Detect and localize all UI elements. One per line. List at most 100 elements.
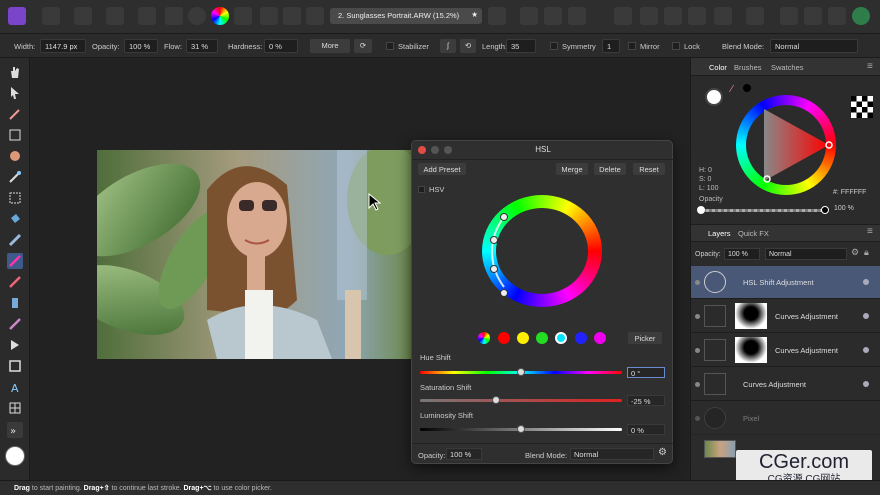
move-forward-icon[interactable] (664, 7, 682, 25)
selection-brush-icon[interactable] (7, 148, 23, 164)
expand-tools-icon[interactable]: » (7, 422, 23, 438)
hue-shift-knob[interactable] (517, 368, 525, 376)
selection-subtract-icon[interactable] (283, 7, 301, 25)
tab-quick-fx[interactable]: Quick FX (738, 229, 769, 238)
transparent-swatch[interactable] (851, 96, 873, 118)
panel-menu-icon[interactable]: ≡ (867, 61, 873, 72)
layer-curves-2[interactable]: Curves Adjustment (691, 334, 880, 367)
assistant-icon[interactable] (614, 7, 632, 25)
dialog-opacity-field[interactable]: 100 % (446, 448, 482, 460)
selection-icon[interactable] (260, 7, 278, 25)
symmetry-checkbox[interactable] (550, 42, 558, 50)
gradient-tool-icon[interactable] (7, 232, 23, 248)
rectangle-tool-icon[interactable] (7, 358, 23, 374)
persona-export-icon[interactable] (138, 7, 156, 25)
swatch-cyan[interactable] (555, 332, 567, 344)
foreground-color-well[interactable] (5, 446, 25, 466)
width-field[interactable]: 1147.9 px (40, 39, 86, 53)
flood-fill-icon[interactable] (7, 211, 23, 227)
text-tool-icon[interactable]: A (7, 379, 23, 395)
levels-icon[interactable] (188, 7, 206, 25)
crop-tool-icon[interactable] (7, 127, 23, 143)
mirror-checkbox[interactable] (628, 42, 636, 50)
paint-brush-tool-icon[interactable] (7, 253, 23, 269)
swatch-red[interactable] (498, 332, 510, 344)
layer-visibility-icon[interactable] (695, 280, 700, 285)
layer-visibility-icon[interactable] (695, 416, 700, 421)
layer-hsl-shift[interactable]: HSL Shift Adjustment (691, 266, 880, 299)
color-wheel-icon[interactable] (211, 7, 229, 25)
hsv-checkbox[interactable] (418, 186, 425, 193)
pen-tool-icon[interactable] (7, 337, 23, 353)
swatch-yellow[interactable] (517, 332, 529, 344)
blend-mode-select[interactable]: Normal (770, 39, 858, 53)
swatch-blue[interactable] (575, 332, 587, 344)
luminosity-shift-knob[interactable] (517, 425, 525, 433)
layers-blend-select[interactable]: Normal (765, 248, 847, 260)
histogram-icon[interactable] (165, 7, 183, 25)
hardness-field[interactable]: 0 % (264, 39, 298, 53)
dodge-brush-icon[interactable] (7, 316, 23, 332)
tab-layers[interactable]: Layers (708, 229, 731, 238)
photo-layer-thumb[interactable] (704, 440, 736, 458)
layers-opacity-field[interactable]: 100 % (724, 248, 760, 260)
color-opacity-field[interactable]: 100 % (834, 205, 854, 212)
hue-shift-field[interactable]: 0 ° (627, 367, 665, 378)
layer-visibility-icon[interactable] (695, 382, 700, 387)
lock-checkbox[interactable] (672, 42, 680, 50)
opacity-field[interactable]: 100 % (124, 39, 158, 53)
app-logo-icon[interactable] (8, 7, 26, 25)
opacity-slider-knob-right[interactable] (821, 206, 829, 214)
flood-select-icon[interactable] (7, 169, 23, 185)
layer-toggle[interactable] (863, 279, 869, 285)
layer-toggle[interactable] (863, 347, 869, 353)
color-triangle[interactable] (736, 95, 836, 195)
studio-link-icon[interactable] (780, 7, 798, 25)
layer-toggle[interactable] (863, 313, 869, 319)
layer-visibility-icon[interactable] (695, 314, 700, 319)
magnet-icon[interactable] (568, 7, 586, 25)
layer-toggle[interactable] (863, 381, 869, 387)
move-tool-icon[interactable] (7, 85, 23, 101)
swatch-magenta[interactable] (594, 332, 606, 344)
user-icon[interactable] (852, 7, 870, 25)
tab-color[interactable]: Color (709, 63, 727, 72)
persona-develop-icon[interactable] (74, 7, 92, 25)
symmetry-field[interactable]: 1 (602, 39, 620, 53)
persona-tone-icon[interactable] (106, 7, 124, 25)
persona-liquify-icon[interactable] (42, 7, 60, 25)
rope-mode-icon[interactable]: ʃ (440, 39, 456, 53)
layer-visibility-icon[interactable] (695, 348, 700, 353)
layers-menu-icon[interactable]: ≡ (867, 226, 873, 237)
mask-icon[interactable] (488, 7, 506, 25)
luminosity-shift-field[interactable]: 0 % (627, 424, 665, 435)
delete-button[interactable]: Delete (594, 163, 626, 175)
layer-settings-icon[interactable]: ⚙ (851, 247, 859, 258)
align-center-icon[interactable] (746, 7, 764, 25)
swatch-master[interactable] (478, 332, 490, 344)
stabilizer-checkbox[interactable] (386, 42, 394, 50)
tab-swatches[interactable]: Swatches (771, 63, 804, 72)
crop-icon[interactable] (520, 7, 538, 25)
hex-readout[interactable]: #: FFFFFF (833, 189, 866, 196)
clone-brush-icon[interactable] (7, 295, 23, 311)
hand-tool-icon[interactable] (7, 64, 23, 80)
black-color-dot[interactable] (743, 84, 751, 92)
hue-shift-slider[interactable] (420, 368, 622, 376)
arrange-icon[interactable] (640, 7, 658, 25)
star-icon[interactable]: ★ (471, 10, 478, 19)
add-preset-button[interactable]: Add Preset (418, 163, 466, 175)
picker-button[interactable]: Picker (628, 332, 662, 344)
erase-brush-icon[interactable] (7, 274, 23, 290)
flow-field[interactable]: 31 % (186, 39, 218, 53)
gear-icon[interactable]: ⚙ (658, 447, 667, 458)
share-icon[interactable] (828, 7, 846, 25)
contrast-icon[interactable] (234, 7, 252, 25)
chat-icon[interactable] (804, 7, 822, 25)
saturation-shift-field[interactable]: -25 % (627, 395, 665, 406)
document-tab[interactable]: 2. Sunglasses Portrait.ARW (15.2%) ★ (330, 8, 482, 24)
brush-options-icon[interactable]: ⟳ (354, 39, 372, 53)
color-picker-tool-icon[interactable] (7, 106, 23, 122)
saturation-shift-slider[interactable] (420, 396, 622, 404)
eyedropper-icon[interactable]: ⁄ (731, 84, 733, 95)
